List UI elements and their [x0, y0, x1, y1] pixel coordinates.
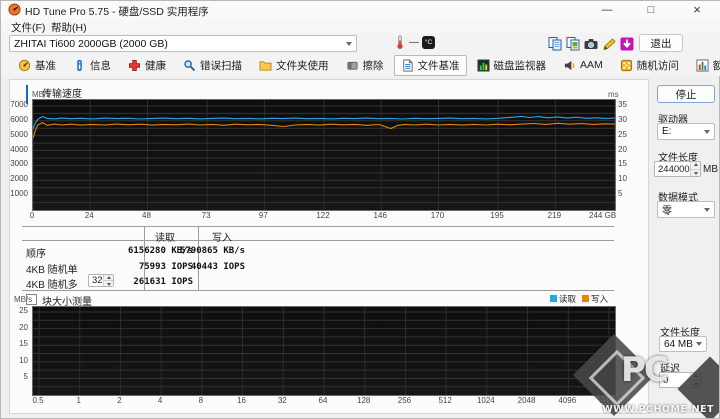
legend-write-label: 写入	[591, 294, 608, 304]
row-sequential-write: 5790865 KB/s	[180, 246, 245, 256]
drive-combo-value: E:	[662, 126, 671, 137]
legend-read-swatch	[550, 295, 557, 302]
latency-spinner[interactable]: 0	[659, 372, 701, 388]
folder-icon	[259, 59, 272, 72]
magnifier-icon	[183, 59, 196, 72]
tab-磁盘监视器[interactable]: 磁盘监视器	[470, 55, 554, 76]
block-file-length-value: 64 MB	[664, 339, 693, 350]
drive-combo[interactable]: E:	[657, 123, 715, 140]
tab-基准[interactable]: 基准	[11, 55, 63, 76]
drive-selector[interactable]: ZHITAI Ti600 2000GB (2000 GB)	[9, 35, 357, 52]
tab-bar: 基准 信息 健康 错误扫描 文件夹使用 擦除 文件基准 磁盘监视器 AAM 随机访问 额外测试	[1, 54, 720, 76]
toolbar: ZHITAI Ti600 2000GB (2000 GB) — °C 退出	[1, 33, 720, 55]
chart1-x-axis: 024487397122146170195219244 GB	[32, 212, 614, 222]
tab-健康[interactable]: 健康	[121, 55, 173, 76]
legend-write-swatch	[582, 295, 589, 302]
download-icon[interactable]	[619, 36, 635, 52]
copy-text-icon[interactable]	[547, 36, 563, 52]
disk-monitor-icon	[477, 59, 490, 72]
menu-bar: 文件(F) 帮助(H)	[1, 19, 720, 33]
row-random-single-read: 75993 IOPS	[139, 262, 193, 272]
temperature-unit-badge[interactable]: °C	[422, 36, 435, 49]
spin-down-icon	[690, 380, 700, 388]
tab-AAM[interactable]: AAM	[556, 56, 610, 75]
chart1-right-unit: ms	[608, 90, 619, 99]
tab-信息[interactable]: 信息	[66, 55, 118, 76]
row-random-multi-read: 261631 IOPS	[133, 277, 193, 287]
camera-icon[interactable]	[583, 36, 599, 52]
tab-label: 文件基准	[418, 58, 460, 73]
tab-label: 擦除	[363, 58, 384, 73]
thermometer-icon	[395, 35, 405, 55]
gauge-icon	[18, 59, 31, 72]
chart1-plot	[32, 99, 616, 211]
drive-selector-value: ZHITAI Ti600 2000GB (2000 GB)	[14, 38, 168, 50]
tab-随机访问[interactable]: 随机访问	[613, 55, 686, 76]
pencil-icon[interactable]	[601, 36, 617, 52]
close-button[interactable]: ×	[677, 1, 717, 18]
copy-image-icon[interactable]	[565, 36, 581, 52]
queue-depth-value: 32	[92, 275, 103, 286]
tab-额外测试[interactable]: 额外测试	[689, 55, 720, 76]
legend-read-label: 读取	[559, 294, 576, 304]
data-pattern-combo[interactable]: 零	[657, 201, 715, 218]
chart2-y-unit: MB/s	[14, 295, 32, 304]
dice-icon	[620, 59, 633, 72]
speaker-icon	[563, 59, 576, 72]
info-icon	[73, 59, 86, 72]
chart2-legend: 读取 写入	[550, 293, 608, 305]
chevron-down-icon	[704, 130, 710, 134]
benchmark-panel: 传输速度 MB/s ms 700060005000400030002000100…	[9, 79, 649, 414]
data-pattern-value: 零	[662, 202, 672, 217]
spin-down-icon	[103, 280, 113, 286]
spin-down-icon	[690, 169, 700, 177]
chart1-right-axis: 3530252015105	[616, 99, 634, 209]
row-random-single-label: 4KB 随机单	[26, 261, 78, 276]
chevron-down-icon	[696, 342, 702, 346]
file-icon	[401, 59, 414, 72]
health-cross-icon	[128, 59, 141, 72]
title-bar: HD Tune Pro 5.75 - 硬盘/SSD 实用程序 — □ ×	[1, 1, 720, 19]
chart1-y-axis: 7000600050004000300020001000	[10, 99, 30, 209]
eraser-icon	[346, 59, 359, 72]
chart2-y-axis: 252015105	[10, 306, 30, 394]
file-length-value: 244000	[658, 164, 690, 175]
chevron-down-icon	[346, 42, 352, 46]
queue-depth-spinner[interactable]: 32	[88, 274, 114, 287]
file-length-spinner[interactable]: 244000	[654, 161, 701, 177]
maximize-button[interactable]: □	[631, 1, 671, 18]
tab-label: 文件夹使用	[276, 58, 329, 73]
tab-label: AAM	[580, 59, 603, 71]
tab-label: 基准	[35, 58, 56, 73]
tab-文件夹使用[interactable]: 文件夹使用	[252, 55, 336, 76]
extra-chart-icon	[696, 59, 709, 72]
row-sequential-label: 顺序	[26, 245, 46, 260]
block-file-length-combo[interactable]: 64 MB	[659, 336, 707, 352]
table-header-read: 读取	[155, 229, 175, 244]
tab-label: 信息	[90, 58, 111, 73]
temperature-value: —	[409, 37, 419, 48]
tab-错误扫描[interactable]: 错误扫描	[176, 55, 249, 76]
row-random-multi-label: 4KB 随机多	[26, 276, 78, 291]
minimize-button[interactable]: —	[587, 1, 627, 18]
window-title: HD Tune Pro 5.75 - 硬盘/SSD 实用程序	[25, 4, 209, 19]
chevron-down-icon	[704, 208, 710, 212]
chart2-plot	[32, 306, 616, 396]
latency-value: 0	[663, 375, 668, 386]
tab-擦除[interactable]: 擦除	[339, 55, 391, 76]
file-length-unit: MB	[703, 164, 718, 175]
tab-文件基准[interactable]: 文件基准	[394, 55, 467, 76]
tab-label: 健康	[145, 58, 166, 73]
tab-label: 错误扫描	[200, 58, 242, 73]
tab-label: 磁盘监视器	[494, 58, 547, 73]
tab-label: 随机访问	[637, 58, 679, 73]
row-random-single-write: 40443 IOPS	[191, 262, 245, 272]
stop-button[interactable]: 停止	[657, 85, 715, 103]
exit-button[interactable]: 退出	[639, 34, 683, 52]
table-header-write: 写入	[212, 229, 232, 244]
chart1-y-unit: MB/s	[32, 90, 50, 99]
tab-label: 额外测试	[713, 58, 720, 73]
chart2-x-axis: 0.512481632641282565121024204840968192	[32, 397, 614, 407]
